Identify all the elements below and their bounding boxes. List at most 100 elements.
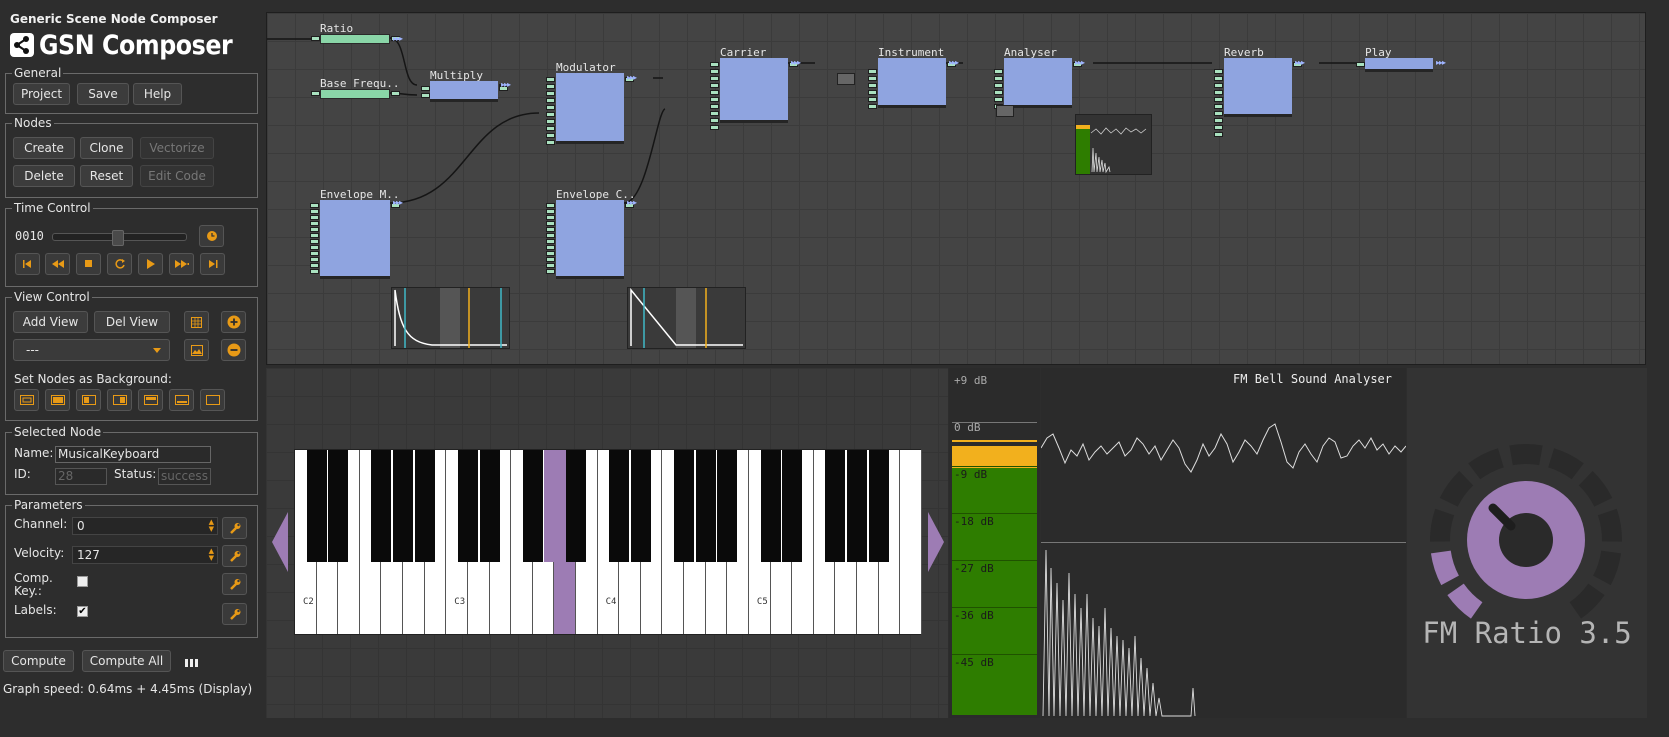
node-port[interactable] [310, 263, 319, 268]
node-port[interactable] [546, 209, 555, 214]
node-port[interactable] [546, 227, 555, 232]
image-icon[interactable] [184, 339, 209, 361]
piano-keyboard[interactable]: C2 C3 C4 C5 [294, 449, 922, 635]
node-port[interactable] [546, 215, 555, 220]
bg-full-icon[interactable] [45, 389, 70, 411]
remove-circle-icon[interactable] [221, 339, 246, 361]
node-port[interactable] [868, 69, 877, 74]
node-port[interactable] [311, 91, 320, 96]
node-port[interactable] [546, 133, 555, 138]
delete-button[interactable]: Delete [13, 165, 75, 187]
node-port[interactable] [310, 209, 319, 214]
node-play[interactable] [1365, 58, 1433, 72]
vectorize-button[interactable]: Vectorize [140, 137, 214, 159]
node-port[interactable] [546, 269, 555, 274]
node-port[interactable] [710, 76, 719, 81]
node-port[interactable] [310, 251, 319, 256]
node-port[interactable] [421, 93, 430, 98]
bg-none-icon[interactable] [200, 389, 225, 411]
bg-all-icon[interactable] [14, 389, 39, 411]
node-port[interactable] [546, 245, 555, 250]
node-port[interactable] [710, 83, 719, 88]
project-button[interactable]: Project [13, 83, 70, 105]
black-key[interactable] [868, 450, 889, 562]
bg-left-icon[interactable] [76, 389, 101, 411]
black-key[interactable] [457, 450, 478, 562]
node-port[interactable] [310, 203, 319, 208]
black-key[interactable] [565, 450, 586, 562]
node-port[interactable] [546, 98, 555, 103]
node-port[interactable] [546, 126, 555, 131]
node-port[interactable] [1356, 62, 1365, 67]
wrench-icon[interactable] [222, 545, 247, 567]
add-circle-icon[interactable] [221, 311, 246, 333]
octave-up-icon[interactable] [928, 512, 944, 572]
node-port[interactable] [868, 90, 877, 95]
black-key[interactable] [695, 450, 716, 562]
time-slider-thumb[interactable] [112, 230, 125, 246]
black-key[interactable] [760, 450, 781, 562]
node-port[interactable] [994, 97, 1003, 102]
node-port[interactable] [310, 233, 319, 238]
black-key[interactable] [674, 450, 695, 562]
black-key[interactable] [846, 450, 867, 562]
node-port[interactable] [310, 269, 319, 274]
wrench-icon[interactable] [222, 603, 247, 625]
black-key[interactable] [782, 450, 803, 562]
node-port[interactable] [710, 90, 719, 95]
time-slider[interactable] [52, 230, 187, 246]
node-port[interactable] [311, 36, 320, 41]
node-port[interactable] [1214, 118, 1223, 123]
node-port[interactable] [546, 251, 555, 256]
bg-right-icon[interactable] [107, 389, 132, 411]
fm-ratio-knob[interactable] [1407, 368, 1647, 628]
node-port[interactable] [546, 233, 555, 238]
node-port[interactable] [710, 62, 719, 67]
octave-down-icon[interactable] [272, 512, 288, 572]
node-port[interactable] [421, 86, 430, 91]
node-carrier[interactable] [720, 58, 788, 123]
node-port[interactable] [1214, 90, 1223, 95]
reset-button[interactable]: Reset [80, 165, 133, 187]
rewind-icon[interactable] [45, 253, 70, 275]
node-graph-canvas[interactable]: Ratio Base Frequ.. Multiply Modulator Ca… [266, 12, 1646, 365]
node-port[interactable] [310, 257, 319, 262]
node-multiply[interactable] [430, 81, 498, 102]
node-port[interactable] [546, 203, 555, 208]
black-key[interactable] [414, 450, 435, 562]
clone-button[interactable]: Clone [80, 137, 133, 159]
node-port[interactable] [546, 112, 555, 117]
black-key[interactable] [522, 450, 543, 562]
view-select[interactable]: --- [13, 339, 170, 361]
node-name-field[interactable]: MusicalKeyboard [55, 446, 211, 463]
loop-icon[interactable] [107, 253, 132, 275]
labels-checkbox[interactable]: ✔ [77, 606, 88, 617]
node-port[interactable] [546, 263, 555, 268]
edit-code-button[interactable]: Edit Code [140, 165, 214, 187]
black-key[interactable] [479, 450, 500, 562]
node-analyser[interactable] [1004, 58, 1072, 108]
node-port[interactable] [710, 97, 719, 102]
channel-input[interactable]: 0 ▲ ▼ [72, 517, 218, 535]
node-port[interactable] [310, 239, 319, 244]
node-port[interactable] [546, 119, 555, 124]
node-ratio[interactable] [320, 34, 390, 44]
velocity-input[interactable]: 127 ▲ ▼ [72, 546, 218, 564]
node-port[interactable] [868, 97, 877, 102]
skip-end-icon[interactable] [200, 253, 225, 275]
white-key[interactable] [900, 450, 922, 634]
node-envelope-c[interactable] [556, 200, 624, 279]
black-key[interactable] [630, 450, 651, 562]
help-button[interactable]: Help [133, 83, 182, 105]
node-port[interactable] [710, 118, 719, 123]
node-port[interactable] [1214, 83, 1223, 88]
black-key[interactable] [393, 450, 414, 562]
node-port[interactable] [546, 91, 555, 96]
save-button[interactable]: Save [77, 83, 129, 105]
comp-key-checkbox[interactable] [77, 576, 88, 587]
wrench-icon[interactable] [222, 517, 247, 539]
black-key[interactable] [825, 450, 846, 562]
node-port[interactable] [1214, 111, 1223, 116]
node-port[interactable] [868, 83, 877, 88]
create-button[interactable]: Create [13, 137, 75, 159]
